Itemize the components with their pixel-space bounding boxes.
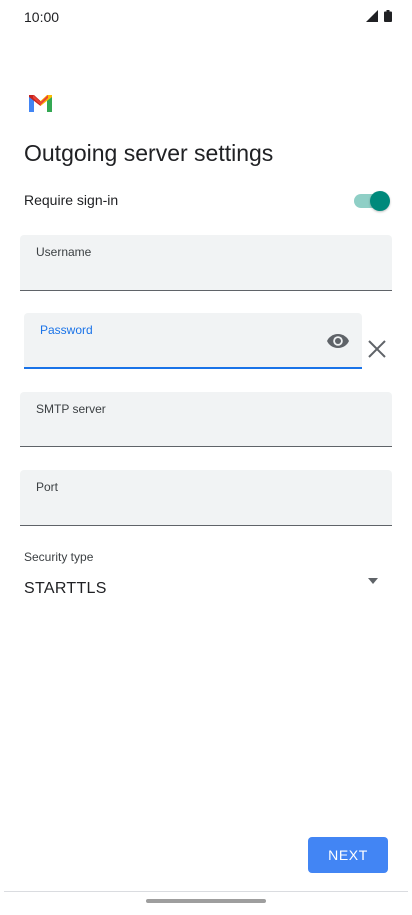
cellular-signal-icon [366,10,378,22]
show-password-eye-icon[interactable] [326,331,350,351]
security-type-value: STARTTLS [24,580,107,597]
smtp-server-field[interactable]: SMTP server [20,392,392,447]
username-field[interactable]: Username [20,235,392,291]
username-label: Username [36,245,92,259]
close-icon[interactable] [366,338,388,360]
password-label: Password [40,323,93,337]
toggle-thumb [370,191,390,211]
home-indicator[interactable] [146,899,266,903]
smtp-server-label: SMTP server [36,402,106,416]
gmail-logo [29,95,52,112]
page-title: Outgoing server settings [24,140,274,166]
require-signin-row: Require sign-in [24,190,390,214]
port-field[interactable]: Port [20,470,392,526]
dropdown-arrow-icon [368,578,378,584]
status-bar: 10:00 [0,0,412,34]
status-time: 10:00 [24,9,60,25]
security-type-select[interactable]: STARTTLS [24,570,388,610]
status-icons [366,10,392,22]
battery-icon [384,10,392,22]
password-field[interactable]: Password [24,313,362,369]
security-type-label: Security type [24,550,94,564]
require-signin-toggle[interactable] [352,190,390,212]
bottom-divider [4,891,408,892]
next-button[interactable]: NEXT [308,837,388,873]
require-signin-label: Require sign-in [24,192,119,208]
port-label: Port [36,480,59,494]
